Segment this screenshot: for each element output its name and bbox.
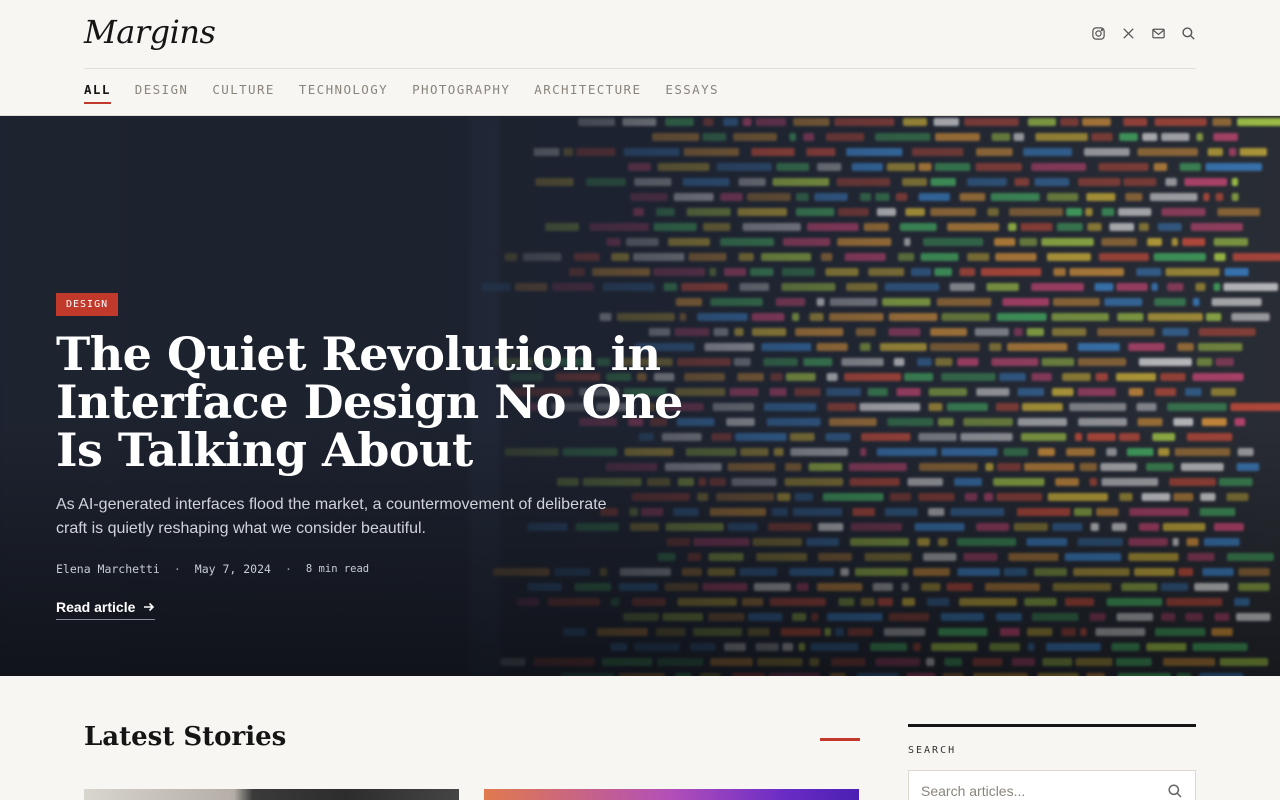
nav-item-architecture[interactable]: ARCHITECTURE <box>534 82 641 101</box>
header-icons <box>1090 24 1196 42</box>
category-badge[interactable]: DESIGN <box>56 293 119 316</box>
nav-item-essays[interactable]: ESSAYS <box>665 82 719 101</box>
heading-accent-rule <box>820 738 860 741</box>
sidebar-search-box <box>908 770 1196 800</box>
author-name[interactable]: Elena Marchetti <box>56 562 160 576</box>
search-icon[interactable] <box>1180 24 1196 42</box>
x-icon[interactable] <box>1120 24 1136 42</box>
nav-item-photography[interactable]: PHOTOGRAPHY <box>412 82 510 101</box>
nav-item-culture[interactable]: CULTURE <box>212 82 274 101</box>
search-input[interactable] <box>921 783 1151 799</box>
meta-separator: · <box>173 562 181 576</box>
read-article-link[interactable]: Read article <box>56 599 156 620</box>
search-icon[interactable] <box>1167 783 1185 800</box>
read-article-label: Read article <box>56 599 136 615</box>
latest-stories-heading: Latest Stories <box>84 722 287 752</box>
arrow-right-icon <box>144 602 155 612</box>
mail-icon[interactable] <box>1150 24 1166 42</box>
sidebar-rule <box>908 724 1196 727</box>
site-header: Margins ALL DESIGN CULTURE TECHNOLOGY PH… <box>0 0 1280 116</box>
story-card-image[interactable] <box>484 789 859 800</box>
search-label: SEARCH <box>908 745 957 756</box>
nav-item-technology[interactable]: TECHNOLOGY <box>299 82 388 101</box>
hero-title[interactable]: The Quiet Revolution in Interface Design… <box>56 330 716 474</box>
instagram-icon[interactable] <box>1090 24 1106 42</box>
category-nav: ALL DESIGN CULTURE TECHNOLOGY PHOTOGRAPH… <box>84 82 719 104</box>
nav-item-all[interactable]: ALL <box>84 82 111 104</box>
hero-meta: Elena Marchetti · May 7, 2024 · 8 min re… <box>56 562 369 576</box>
nav-item-design[interactable]: DESIGN <box>135 82 189 101</box>
site-logo[interactable]: Margins <box>84 13 216 51</box>
hero-subtitle: As AI-generated interfaces flood the mar… <box>56 496 607 537</box>
story-card-image[interactable] <box>84 789 459 800</box>
publish-date: May 7, 2024 <box>194 562 271 576</box>
header-divider <box>84 68 1196 69</box>
hero-feature: DESIGN The Quiet Revolution in Interface… <box>0 116 1280 676</box>
meta-separator: · <box>284 562 292 576</box>
read-time: 8 min read <box>305 563 370 575</box>
